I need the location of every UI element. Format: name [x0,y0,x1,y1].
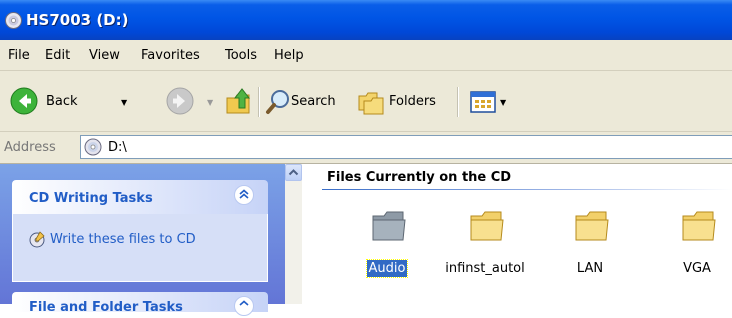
toolbar-separator [457,87,459,117]
menu-favorites[interactable]: Favorites [141,48,200,63]
menu-tools[interactable]: Tools [225,48,257,63]
address-value: D:\ [108,140,127,155]
file-item-audio[interactable]: Audio [342,206,432,296]
file-name: VGA [683,261,711,276]
folders-icon [358,92,384,115]
menu-file[interactable]: File [8,48,30,63]
collapse-button[interactable] [234,185,254,205]
forward-button[interactable] [164,85,198,119]
file-name: infinst_autol [445,261,525,276]
file-folder-tasks-header[interactable]: File and Folder Tasks [12,292,268,316]
title-bar[interactable]: HS7003 (D:) [0,0,732,40]
write-cd-icon [29,231,45,248]
address-label: Address [4,140,56,155]
file-name: Audio [365,259,409,278]
window-title: HS7003 (D:) [26,11,129,29]
cd-drive-icon [5,12,22,29]
search-label: Search [291,94,336,109]
folder-icon [372,211,406,241]
task-pane-scrollbar[interactable] [285,164,302,304]
write-files-to-cd-link[interactable]: Write these files to CD [50,232,196,247]
back-button[interactable]: Back [8,85,152,119]
toolbar-separator [258,87,260,117]
back-label: Back [46,94,78,109]
folders-button[interactable]: Folders [355,85,447,119]
cd-writing-tasks-title: CD Writing Tasks [29,191,153,206]
search-magnifier-icon [266,90,289,114]
file-item-infinst-autol[interactable]: infinst_autol [440,206,530,296]
chevron-up-icon [239,189,249,199]
up-button[interactable] [223,85,253,119]
folders-label: Folders [389,94,436,109]
forward-dropdown-icon[interactable]: ▼ [207,98,213,107]
standard-toolbar: Back ▼ ▼ Search Folders ▼ [0,71,732,132]
menu-view[interactable]: View [89,48,120,63]
views-icon [470,91,496,113]
folder-icon [682,211,716,241]
menu-help[interactable]: Help [274,48,304,63]
file-item-vga[interactable]: VGA [652,206,732,296]
views-button[interactable]: ▼ [468,87,512,117]
file-item-lan[interactable]: LAN [545,206,635,296]
menu-bar: File Edit View Favorites Tools Help [0,40,732,71]
folder-icon [470,211,504,241]
folder-icon [575,211,609,241]
forward-arrow-icon [166,87,194,115]
chevron-up-icon [239,300,249,306]
cd-drive-icon [84,138,102,156]
menu-edit[interactable]: Edit [45,48,70,63]
address-field[interactable]: D:\ [80,135,732,159]
back-dropdown-icon[interactable]: ▼ [121,98,127,107]
search-button[interactable]: Search [263,85,345,119]
scroll-up-button[interactable] [285,164,302,181]
group-header: Files Currently on the CD [327,170,512,185]
up-folder-icon [226,88,251,114]
group-divider [322,189,732,190]
back-arrow-icon [10,87,38,115]
scroll-up-arrow-icon [288,169,299,176]
cd-writing-tasks-body: Write these files to CD [12,214,268,282]
views-dropdown-icon: ▼ [500,98,507,107]
file-name: LAN [576,261,604,276]
file-folder-tasks-title: File and Folder Tasks [29,300,183,315]
cd-writing-tasks-header[interactable]: CD Writing Tasks [12,180,268,214]
task-pane: CD Writing Tasks Write these files to CD… [0,164,285,316]
collapse-button[interactable] [234,296,254,316]
file-list-pane[interactable]: Files Currently on the CD Audio infinst_… [302,164,732,304]
address-bar: Address D:\ [0,132,732,164]
